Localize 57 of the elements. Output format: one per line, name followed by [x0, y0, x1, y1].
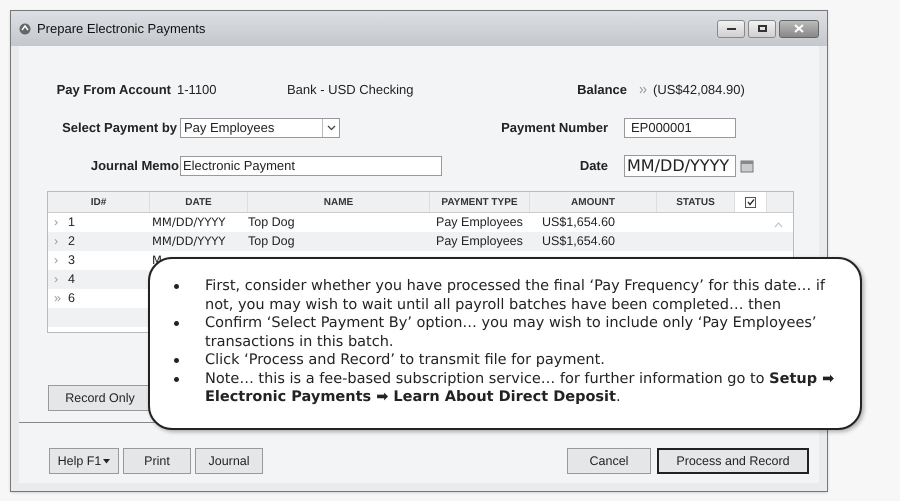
field-label: Payment Number [500, 118, 609, 137]
column-header[interactable]: AMOUNT [571, 194, 615, 210]
tip-text: Confirm ‘Select Payment By’ option… you may wish to include only ‘Pay Employees’ transactions in this batch. [205, 314, 818, 351]
payment-type-dropdown[interactable]: Pay Employees [180, 118, 340, 138]
minimize-button[interactable] [717, 20, 745, 38]
table-cell-text: 6 [68, 290, 75, 308]
field-label: Date [578, 156, 609, 175]
close-icon [794, 24, 804, 33]
caret-icon [103, 458, 110, 464]
balance-value: (US$42,084.90) [653, 80, 745, 99]
close-button[interactable] [779, 20, 819, 38]
table-cell: MM/DD/YYYY [152, 214, 226, 229]
action-button[interactable]: Process and Record [657, 448, 809, 474]
tip-text: First, consider whether you have processed the final ‘Pay Frequency’ for this date… if not, you may wish to wait until all payroll batches have been completed… then [205, 277, 826, 314]
caret-icon [326, 124, 336, 130]
table-cell: Top Dog [248, 234, 295, 248]
app-icon [19, 22, 31, 34]
column-header[interactable]: DATE [185, 194, 212, 210]
field-label: Select Payment by [61, 118, 178, 137]
table-cell-text: 1 [68, 214, 75, 232]
bullet-icon [174, 376, 179, 382]
double-chevron-icon [639, 86, 647, 94]
tip-text: Click ‘Process and Record’ to transmit file for payment. [205, 351, 606, 370]
tip-text: Note… this is a fee-based subscription service… for further information go to Setup ➡ Electronic Payments ➡ Learn About Direct Deposit. [205, 370, 836, 406]
account-name: Bank - USD Checking [287, 80, 414, 99]
table-cell: MM/DD/YYYY [152, 234, 226, 248]
bullet-icon [174, 321, 179, 326]
action-button[interactable]: Print [123, 448, 191, 474]
action-button[interactable]: Help F1 [49, 448, 119, 474]
column-header[interactable]: ID# [90, 194, 106, 210]
table-cell: Pay Employees [436, 234, 523, 248]
action-button[interactable]: Cancel [567, 448, 651, 474]
account-number: 1-1100 [177, 80, 218, 99]
table-cell: Pay Employees [436, 215, 523, 230]
table-row[interactable]: › 2 MM/DD/YYYY Top Dog Pay Employees US$1,654.60 [48, 232, 793, 251]
window-title: Prepare Electronic Payments [37, 20, 206, 38]
journal-memo-field[interactable]: Electronic Payment [180, 156, 442, 176]
field-label: Balance [576, 80, 627, 99]
bullet-icon [174, 358, 179, 363]
field-label: Pay From Account [56, 80, 172, 99]
column-header[interactable]: STATUS [676, 194, 715, 210]
maximize-button[interactable] [748, 20, 776, 38]
table-cell-text: 3 [68, 252, 75, 270]
payment-number-field[interactable]: EP000001 [624, 118, 736, 138]
action-button[interactable]: Journal [195, 448, 263, 474]
table-cell: US$1,654.60 [542, 215, 615, 230]
calendar-icon[interactable] [740, 158, 754, 172]
bullet-icon [174, 284, 179, 289]
select-all-checkbox[interactable] [745, 196, 756, 208]
column-header[interactable]: PAYMENT TYPE [441, 194, 518, 210]
table-cell-text: 2 [68, 233, 75, 250]
table-cell-text: 4 [68, 271, 75, 288]
table-cell: Top Dog [248, 215, 295, 230]
field-label: Journal Memo [90, 156, 180, 175]
table-cell: US$1,654.60 [542, 234, 615, 248]
date-field[interactable]: MM/DD/YYYY [624, 154, 736, 176]
column-header[interactable]: NAME [324, 194, 354, 210]
